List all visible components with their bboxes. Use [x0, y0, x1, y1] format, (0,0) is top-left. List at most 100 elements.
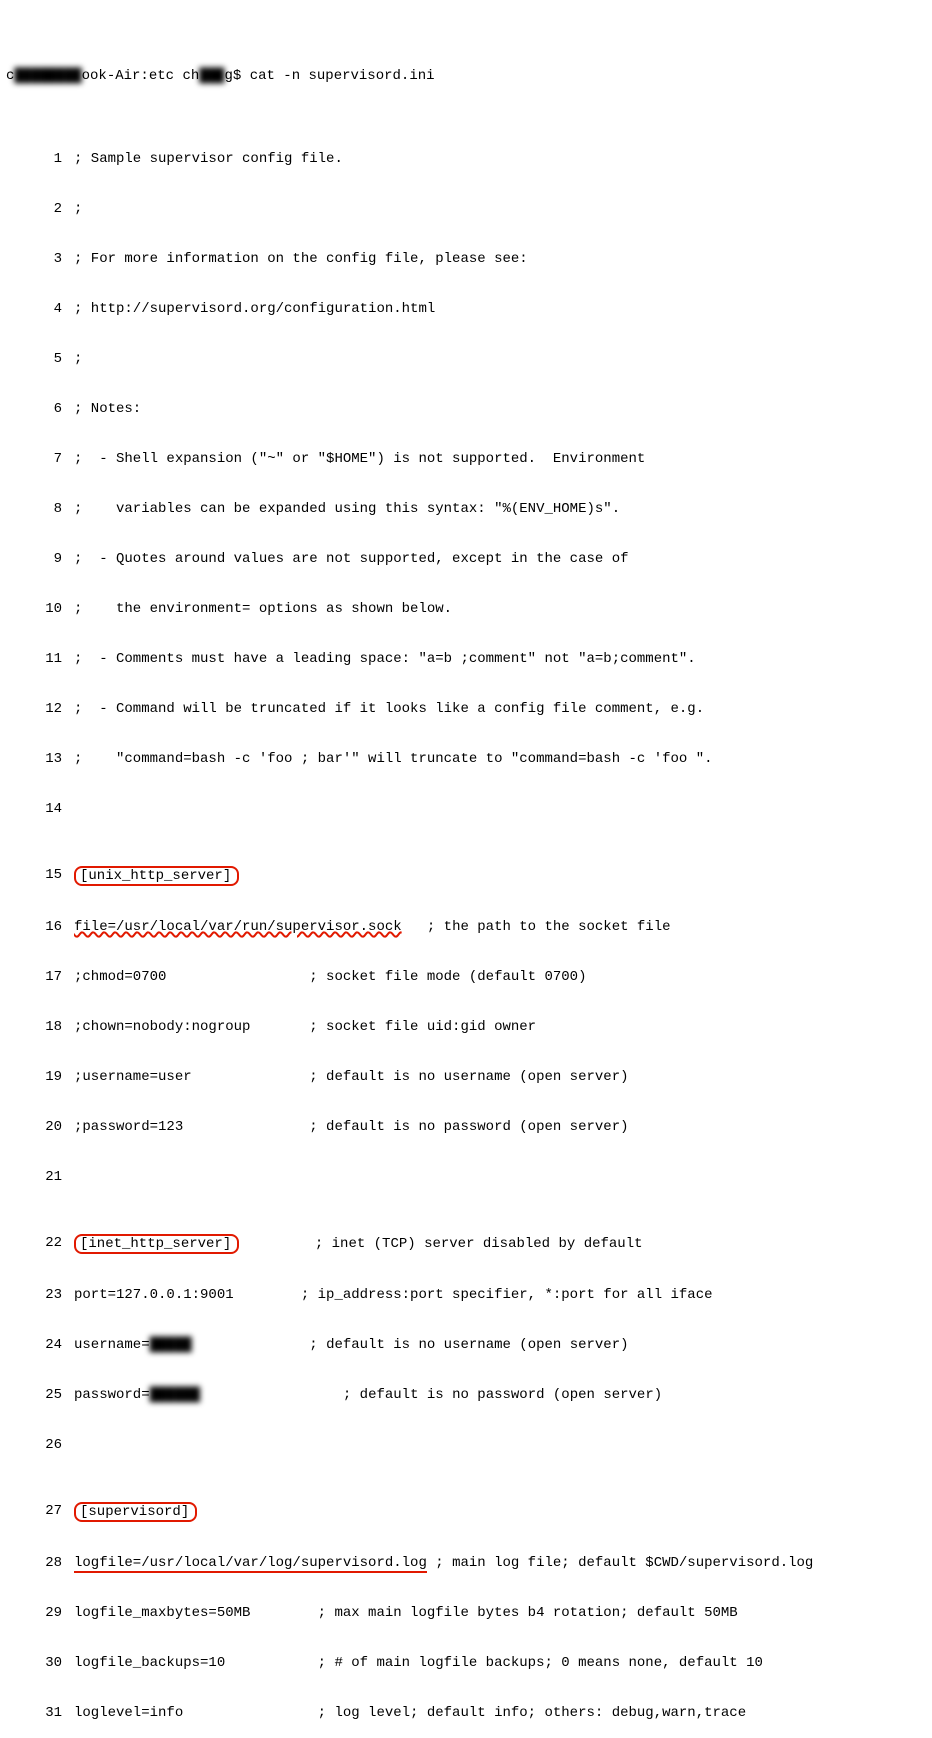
code-text: ; variables can be expanded using this s… [74, 500, 926, 518]
line-number: 12 [6, 700, 74, 718]
code-text: ; the environment= options as shown belo… [74, 600, 926, 618]
code-line: 5; [6, 350, 926, 368]
code-line: 14 [6, 800, 926, 818]
line-number: 11 [6, 650, 74, 668]
line-number: 2 [6, 200, 74, 218]
code-line: 18;chown=nobody:nogroup ; socket file ui… [6, 1018, 926, 1036]
line-number: 22 [6, 1234, 74, 1252]
code-line: 2; [6, 200, 926, 218]
code-text: ; - Shell expansion ("~" or "$HOME") is … [74, 450, 926, 468]
line-number: 24 [6, 1336, 74, 1354]
code-text: port=127.0.0.1:9001 ; ip_address:port sp… [74, 1286, 926, 1304]
line-number: 14 [6, 800, 74, 818]
code-line: 10; the environment= options as shown be… [6, 600, 926, 618]
code-line: 15[unix_http_server] [6, 866, 926, 886]
line-number: 1 [6, 150, 74, 168]
line-number: 27 [6, 1502, 74, 1520]
code-line: 26 [6, 1436, 926, 1454]
code-line: 20;password=123 ; default is no password… [6, 1118, 926, 1136]
highlight-box: [supervisord] [74, 1502, 197, 1522]
code-text: loglevel=info ; log level; default info;… [74, 1704, 926, 1722]
line-number: 8 [6, 500, 74, 518]
code-line: 9; - Quotes around values are not suppor… [6, 550, 926, 568]
line-number: 30 [6, 1654, 74, 1672]
line-number: 10 [6, 600, 74, 618]
line-number: 3 [6, 250, 74, 268]
code-line: 7; - Shell expansion ("~" or "$HOME") is… [6, 450, 926, 468]
code-text: logfile_maxbytes=50MB ; max main logfile… [74, 1604, 926, 1622]
code-text: [unix_http_server] [74, 866, 926, 886]
code-text: ; http://supervisord.org/configuration.h… [74, 300, 926, 318]
code-line: 13; "command=bash -c 'foo ; bar'" will t… [6, 750, 926, 768]
code-text: ; "command=bash -c 'foo ; bar'" will tru… [74, 750, 926, 768]
line-number: 19 [6, 1068, 74, 1086]
line-number: 4 [6, 300, 74, 318]
line-number: 28 [6, 1554, 74, 1572]
code-text: file=/usr/local/var/run/supervisor.sock … [74, 918, 926, 936]
code-text: ; - Comments must have a leading space: … [74, 650, 926, 668]
code-text: ; - Quotes around values are not support… [74, 550, 926, 568]
code-line: 16file=/usr/local/var/run/supervisor.soc… [6, 918, 926, 936]
highlight-underline: file=/usr/local/var/run/supervisor.sock [74, 919, 402, 935]
line-number: 9 [6, 550, 74, 568]
code-line: 31loglevel=info ; log level; default inf… [6, 1704, 926, 1722]
line-number: 13 [6, 750, 74, 768]
code-text: ;password=123 ; default is no password (… [74, 1118, 926, 1136]
code-line: 11; - Comments must have a leading space… [6, 650, 926, 668]
line-number: 23 [6, 1286, 74, 1304]
line-number: 16 [6, 918, 74, 936]
code-line: 23port=127.0.0.1:9001 ; ip_address:port … [6, 1286, 926, 1304]
code-line: 12; - Command will be truncated if it lo… [6, 700, 926, 718]
line-number: 26 [6, 1436, 74, 1454]
redacted-text: █████ [150, 1336, 192, 1354]
code-text: logfile_backups=10 ; # of main logfile b… [74, 1654, 926, 1672]
shell-prompt-line: c████████ook-Air:etc ch███g$ cat -n supe… [6, 68, 926, 84]
line-number: 21 [6, 1168, 74, 1186]
code-line: 25password=██████ ; default is no passwo… [6, 1386, 926, 1404]
code-line: 6; Notes: [6, 400, 926, 418]
line-number: 6 [6, 400, 74, 418]
code-text: password=██████ ; default is no password… [74, 1386, 926, 1404]
line-number: 31 [6, 1704, 74, 1722]
line-number: 18 [6, 1018, 74, 1036]
code-text: username=█████ ; default is no username … [74, 1336, 926, 1354]
code-text: ; [74, 350, 926, 368]
code-line: 1; Sample supervisor config file. [6, 150, 926, 168]
code-line: 3; For more information on the config fi… [6, 250, 926, 268]
line-number: 5 [6, 350, 74, 368]
code-line: 19;username=user ; default is no usernam… [6, 1068, 926, 1086]
code-text: ; - Command will be truncated if it look… [74, 700, 926, 718]
highlight-box: [inet_http_server] [74, 1234, 239, 1254]
code-text: ;username=user ; default is no username … [74, 1068, 926, 1086]
code-line: 21 [6, 1168, 926, 1186]
terminal-output: c████████ook-Air:etc ch███g$ cat -n supe… [0, 0, 932, 1738]
code-line: 29logfile_maxbytes=50MB ; max main logfi… [6, 1604, 926, 1622]
code-text: ;chown=nobody:nogroup ; socket file uid:… [74, 1018, 926, 1036]
redacted-text: ██████ [150, 1386, 200, 1404]
code-line: 28logfile=/usr/local/var/log/supervisord… [6, 1554, 926, 1572]
line-number: 25 [6, 1386, 74, 1404]
code-line: 27[supervisord] [6, 1502, 926, 1522]
highlight-underline: logfile=/usr/local/var/log/supervisord.l… [74, 1555, 427, 1573]
shell-command: cat -n supervisord.ini [250, 68, 435, 84]
redacted-text: ███ [199, 68, 224, 84]
line-number: 20 [6, 1118, 74, 1136]
line-number: 7 [6, 450, 74, 468]
highlight-box: [unix_http_server] [74, 866, 239, 886]
code-text: ; For more information on the config fil… [74, 250, 926, 268]
prompt-user-host: c████████ook-Air:etc ch███g$ [6, 68, 250, 84]
code-text: [supervisord] [74, 1502, 926, 1522]
line-number: 29 [6, 1604, 74, 1622]
code-line: 17;chmod=0700 ; socket file mode (defaul… [6, 968, 926, 986]
redacted-text: ████████ [14, 68, 81, 84]
code-line: 4; http://supervisord.org/configuration.… [6, 300, 926, 318]
code-text: logfile=/usr/local/var/log/supervisord.l… [74, 1554, 926, 1572]
code-line: 30logfile_backups=10 ; # of main logfile… [6, 1654, 926, 1672]
code-text: ; Sample supervisor config file. [74, 150, 926, 168]
code-line: 8; variables can be expanded using this … [6, 500, 926, 518]
code-text: ; [74, 200, 926, 218]
code-text: [inet_http_server] ; inet (TCP) server d… [74, 1234, 926, 1254]
code-line: 24username=█████ ; default is no usernam… [6, 1336, 926, 1354]
code-text: ; Notes: [74, 400, 926, 418]
code-text: ;chmod=0700 ; socket file mode (default … [74, 968, 926, 986]
